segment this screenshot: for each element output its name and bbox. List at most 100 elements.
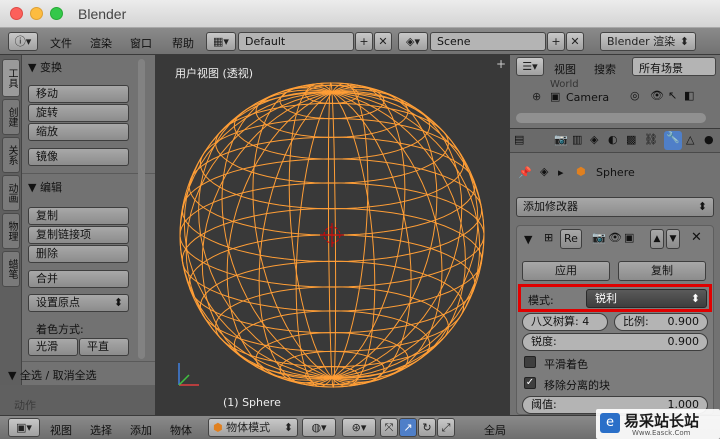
octree-depth-field[interactable]: 八叉树算: 4 xyxy=(522,313,608,331)
remove-scene-button[interactable]: ✕ xyxy=(566,32,584,51)
collapse-arrow-icon[interactable]: ▼ xyxy=(524,233,532,246)
properties-editor-icon[interactable]: ▤ xyxy=(514,133,524,146)
duplicate-linked-button[interactable]: 复制链接项 xyxy=(28,226,129,244)
outliner-view-menu[interactable]: 视图 xyxy=(554,61,576,77)
editor-type-info-icon[interactable]: ⓘ▾ xyxy=(8,32,38,51)
remove-modifier-close-icon[interactable]: ✕ xyxy=(691,230,702,245)
scene-field[interactable]: Scene xyxy=(430,32,546,51)
camera-icon: ▣ xyxy=(550,90,561,103)
panel-divider xyxy=(22,173,155,174)
add-modifier-select[interactable]: 添加修改器 ⬍ xyxy=(516,197,714,217)
menu-add[interactable]: 添加 xyxy=(130,422,152,438)
modifier-name-field[interactable]: Re xyxy=(560,229,582,249)
duplicate-button[interactable]: 复制 xyxy=(28,207,129,225)
shade-smooth-button[interactable]: 光滑 xyxy=(28,338,78,356)
apply-button[interactable]: 应用 xyxy=(522,261,610,281)
minimize-window-button[interactable] xyxy=(30,7,43,20)
shelf-scrollbar[interactable] xyxy=(138,59,145,359)
outliner-filter-select[interactable]: 所有场景 xyxy=(632,57,716,76)
add-screen-button[interactable]: + xyxy=(355,32,373,51)
viewport-shading-icon[interactable]: ◍▾ xyxy=(302,418,336,437)
show-editmode-icon[interactable]: ▣ xyxy=(624,231,634,244)
copy-button[interactable]: 复制 xyxy=(618,261,706,281)
visibility-eye-icon[interactable]: 👁 xyxy=(650,89,664,102)
tab-relations[interactable]: 关系 xyxy=(2,137,20,173)
screen-layout-icon[interactable]: ▦▾ xyxy=(206,32,236,51)
world-tab-icon[interactable]: ◐ xyxy=(608,133,618,146)
menu-object[interactable]: 物体 xyxy=(170,422,192,438)
watermark-text: 易采站长站 xyxy=(624,412,700,430)
3d-viewport[interactable]: 用户视图 (透视) (1) Sphere + xyxy=(155,55,510,415)
translate-manipulator-icon[interactable]: ↗ xyxy=(399,418,417,437)
scale-button[interactable]: 缩放 xyxy=(28,123,129,141)
delete-button[interactable]: 删除 xyxy=(28,245,129,263)
menu-render[interactable]: 渲染 xyxy=(90,35,112,51)
outliner-item-camera[interactable]: Camera xyxy=(566,91,609,104)
tab-animation[interactable]: 动画 xyxy=(2,175,20,211)
pin-icon[interactable]: 📌 xyxy=(518,166,532,179)
outliner-search-menu[interactable]: 搜索 xyxy=(594,61,616,77)
expand-icon[interactable]: ⊕ xyxy=(532,90,541,103)
transform-panel-header[interactable]: ▼ 变换 xyxy=(28,59,62,75)
data-tab-icon[interactable]: △ xyxy=(686,133,694,146)
join-button[interactable]: 合并 xyxy=(28,270,129,288)
outliner-item-world[interactable]: World xyxy=(550,79,579,90)
render-tab-icon[interactable]: 📷 xyxy=(554,133,568,146)
scene-tab-icon[interactable]: ◈ xyxy=(590,133,598,146)
shade-flat-button[interactable]: 平直 xyxy=(79,338,129,356)
scene-icon[interactable]: ◈▾ xyxy=(398,32,428,51)
manipulator-toggle-icon[interactable]: ⤧ xyxy=(380,418,398,437)
screen-layout-field[interactable]: Default xyxy=(238,32,354,51)
add-scene-button[interactable]: + xyxy=(547,32,565,51)
close-window-button[interactable] xyxy=(10,7,23,20)
menu-help[interactable]: 帮助 xyxy=(172,35,194,51)
translate-button[interactable]: 移动 xyxy=(28,85,129,103)
operator-panel: 动作 xyxy=(0,385,155,415)
set-origin-label: 设置原点 xyxy=(36,296,80,309)
menu-window[interactable]: 窗口 xyxy=(130,35,152,51)
object-tab-icon[interactable]: ▩ xyxy=(626,133,636,146)
modifiers-tab-wrench-icon[interactable]: 🔧 xyxy=(664,131,682,150)
octree-depth-label: 八叉树算: xyxy=(531,315,579,328)
transform-orientation-select[interactable]: 全局 xyxy=(484,422,506,438)
layers-tab-icon[interactable]: ▥ xyxy=(572,133,582,146)
tab-grease-pencil[interactable]: 蜡笔 xyxy=(2,251,20,287)
remove-disconnected-checkbox[interactable]: ✓ xyxy=(524,377,536,389)
mirror-button[interactable]: 镜像 xyxy=(28,148,129,166)
mode-select[interactable]: 锐利 ⬍ xyxy=(586,289,707,308)
interaction-mode-select[interactable]: ⬢ 物体模式 ⬍ xyxy=(208,418,298,437)
edit-panel-header[interactable]: ▼ 编辑 xyxy=(28,179,62,195)
select-toggle-header[interactable]: ▼ 全选 / 取消全选 xyxy=(8,367,97,383)
region-toggle-plus-icon[interactable]: + xyxy=(496,58,506,70)
constraints-tab-icon[interactable]: ⛓ xyxy=(644,133,658,146)
remove-screen-button[interactable]: ✕ xyxy=(374,32,392,51)
set-origin-select[interactable]: 设置原点 ⬍ xyxy=(28,294,129,312)
menu-view[interactable]: 视图 xyxy=(50,422,72,438)
show-render-icon[interactable]: 📷 xyxy=(592,231,606,244)
move-up-icon[interactable]: ▲ xyxy=(650,229,664,249)
tab-physics[interactable]: 物理 xyxy=(2,213,20,249)
render-camera-icon[interactable]: ◧ xyxy=(684,89,694,102)
rotate-manipulator-icon[interactable]: ↻ xyxy=(418,418,436,437)
menu-file[interactable]: 文件 xyxy=(50,35,72,51)
show-viewport-eye-icon[interactable]: 👁 xyxy=(608,231,622,244)
rotate-button[interactable]: 旋转 xyxy=(28,104,129,122)
menu-select[interactable]: 选择 xyxy=(90,422,112,438)
outliner-editor-icon[interactable]: ☰▾ xyxy=(516,57,544,76)
tab-create[interactable]: 创建 xyxy=(2,99,20,135)
material-tab-icon[interactable]: ● xyxy=(704,133,714,146)
tab-tools[interactable]: 工具 xyxy=(2,59,20,97)
pivot-point-icon[interactable]: ⊛▾ xyxy=(342,418,376,437)
editor-type-3dview-icon[interactable]: ▣▾ xyxy=(8,418,40,437)
render-engine-select[interactable]: Blender 渲染 ⬍ xyxy=(600,32,696,51)
window-titlebar: Blender xyxy=(0,0,720,28)
smooth-shading-checkbox[interactable] xyxy=(524,356,536,368)
outliner-scrollbar[interactable] xyxy=(516,113,706,123)
select-arrow-icon[interactable]: ↖ xyxy=(668,89,677,102)
move-down-icon[interactable]: ▼ xyxy=(666,229,680,249)
scale-field[interactable]: 比例: 0.900 xyxy=(614,313,708,331)
scale-manipulator-icon[interactable]: ⤢ xyxy=(437,418,455,437)
sharpness-field[interactable]: 锐度: 0.900 xyxy=(522,333,708,351)
add-modifier-label: 添加修改器 xyxy=(523,200,578,213)
zoom-window-button[interactable] xyxy=(50,7,63,20)
